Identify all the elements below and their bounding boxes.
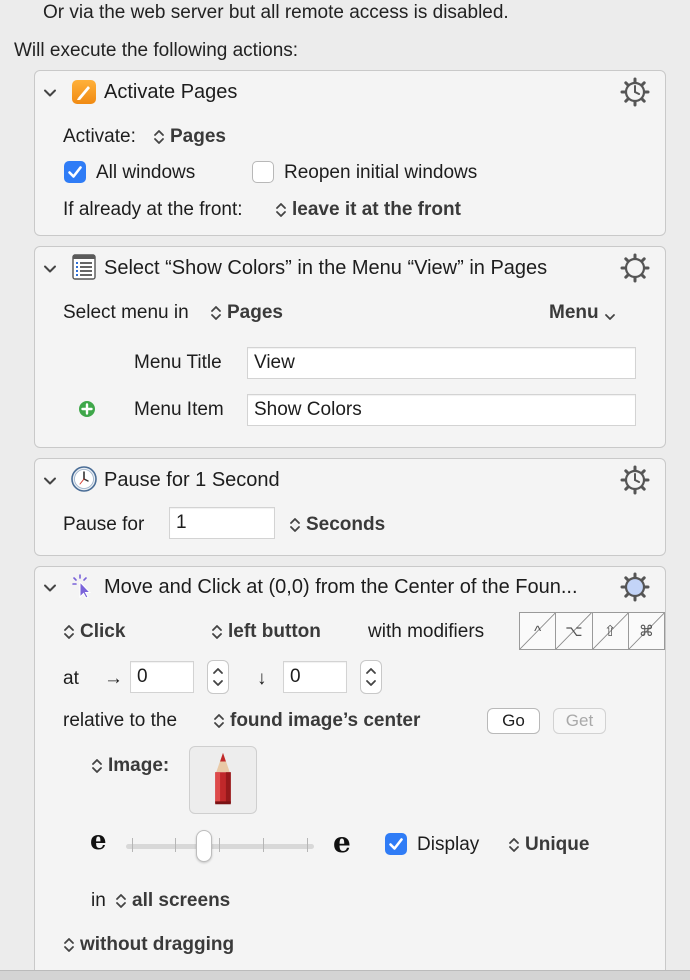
pause-unit-popup[interactable]: Seconds — [289, 514, 385, 536]
mouse-button-value: left button — [228, 621, 321, 642]
all-windows-checkbox[interactable] — [64, 161, 86, 183]
gear-icon[interactable] — [620, 77, 650, 107]
pause-unit-value: Seconds — [306, 514, 386, 535]
action-title: Activate Pages — [104, 81, 238, 103]
select-menu-app-popup[interactable]: Pages — [210, 302, 283, 324]
modifier-keys: ^ ⌥ ⇧ ⌘ — [519, 612, 665, 650]
modifiers-label: with modifiers — [368, 621, 485, 642]
slider-tick — [132, 838, 133, 852]
screens-popup[interactable]: all screens — [115, 890, 230, 912]
display-label: Display — [417, 834, 480, 855]
updown-arrows-icon — [289, 516, 301, 534]
action-title: Pause for 1 Second — [104, 469, 280, 491]
image-source-popup[interactable]: Image: — [91, 755, 169, 777]
updown-arrows-icon — [91, 757, 103, 775]
slider-tick — [263, 838, 264, 852]
window-bottom-edge — [0, 970, 690, 980]
control-modifier-toggle[interactable]: ^ — [520, 613, 557, 649]
mouse-button-popup[interactable]: left button — [211, 621, 321, 643]
y-offset-stepper[interactable] — [360, 660, 382, 694]
plus-circle-icon[interactable] — [78, 400, 96, 418]
go-button[interactable]: Go — [487, 708, 540, 734]
menu-type-popup[interactable]: Menu — [549, 302, 616, 324]
web-server-note: Or via the web server but all remote acc… — [43, 2, 509, 23]
down-arrow-icon: ↓ — [257, 668, 267, 689]
menu-item-field[interactable]: Show Colors — [247, 394, 636, 426]
unique-value: Unique — [525, 834, 590, 855]
updown-arrows-icon — [63, 936, 75, 954]
chevron-down-icon — [604, 307, 616, 320]
shift-modifier-toggle[interactable]: ⇧ — [592, 613, 629, 649]
updown-arrows-icon — [213, 712, 225, 730]
cursor-click-icon — [71, 573, 97, 599]
select-menu-app-value: Pages — [227, 302, 283, 323]
fuzz-high-label: e — [333, 826, 351, 859]
slider-tick — [307, 838, 308, 852]
relative-option-popup[interactable]: found image’s center — [213, 710, 420, 732]
front-label: If already at the front: — [63, 199, 243, 220]
relative-option-value: found image’s center — [230, 710, 421, 731]
chevron-down-icon[interactable] — [43, 581, 57, 595]
pause-duration-field[interactable]: 1 — [169, 507, 275, 539]
command-modifier-toggle[interactable]: ⌘ — [628, 613, 664, 649]
in-label: in — [91, 890, 106, 911]
menu-title-field[interactable]: View — [247, 347, 636, 379]
action-title: Move and Click at (0,0) from the Center … — [104, 576, 578, 598]
slider-tick — [219, 838, 220, 852]
gear-icon[interactable] — [620, 572, 650, 602]
activate-label: Activate: — [63, 126, 136, 147]
drag-mode-popup[interactable]: without dragging — [63, 934, 234, 956]
actions-heading: Will execute the following actions: — [14, 40, 299, 61]
relative-label: relative to the — [63, 710, 178, 731]
select-menu-label: Select menu in — [63, 302, 189, 323]
fuzz-low-label: e — [90, 826, 107, 856]
right-arrow-icon: → — [104, 668, 123, 689]
reopen-windows-checkbox[interactable] — [252, 161, 274, 183]
chevron-down-icon[interactable] — [43, 86, 57, 100]
slider-tick — [175, 838, 176, 852]
reopen-windows-label: Reopen initial windows — [284, 162, 478, 183]
activate-app-popup[interactable]: Pages — [153, 126, 226, 148]
display-checkbox[interactable] — [385, 833, 407, 855]
all-windows-label: All windows — [96, 162, 196, 183]
chevron-down-icon[interactable] — [43, 262, 57, 276]
click-mode-value: Click — [80, 621, 126, 642]
pencil-image-icon — [215, 752, 231, 805]
menu-list-icon — [71, 254, 97, 280]
front-option-value: leave it at the front — [292, 199, 461, 220]
click-mode-popup[interactable]: Click — [63, 621, 125, 643]
updown-arrows-icon — [115, 892, 127, 910]
pages-app-icon — [71, 79, 97, 105]
activate-app-value: Pages — [170, 126, 226, 147]
updown-arrows-icon — [153, 128, 165, 146]
menu-title-label: Menu Title — [134, 352, 222, 373]
gear-icon[interactable] — [620, 465, 650, 495]
screens-value: all screens — [132, 890, 231, 911]
x-offset-field[interactable]: 0 — [130, 661, 194, 693]
get-button[interactable]: Get — [553, 708, 606, 734]
updown-arrows-icon — [211, 623, 223, 641]
updown-arrows-icon — [210, 304, 222, 322]
image-source-value: Image: — [108, 755, 170, 776]
fuzz-slider-track[interactable] — [126, 844, 314, 849]
updown-arrows-icon — [275, 201, 287, 219]
drag-mode-value: without dragging — [80, 934, 235, 955]
chevron-down-icon[interactable] — [43, 474, 57, 488]
pause-for-label: Pause for — [63, 514, 145, 535]
updown-arrows-icon — [508, 836, 520, 854]
at-label: at — [63, 668, 79, 689]
clock-icon — [71, 466, 97, 492]
image-well[interactable] — [189, 746, 257, 814]
unique-popup[interactable]: Unique — [508, 834, 589, 856]
gear-icon[interactable] — [620, 253, 650, 283]
y-offset-field[interactable]: 0 — [283, 661, 347, 693]
option-modifier-toggle[interactable]: ⌥ — [556, 613, 593, 649]
updown-arrows-icon — [63, 623, 75, 641]
x-offset-stepper[interactable] — [207, 660, 229, 694]
menu-type-value: Menu — [549, 302, 599, 323]
fuzz-slider-knob[interactable] — [196, 830, 212, 862]
action-title: Select “Show Colors” in the Menu “View” … — [104, 257, 548, 279]
front-option-popup[interactable]: leave it at the front — [275, 199, 461, 221]
menu-item-label: Menu Item — [134, 399, 224, 420]
